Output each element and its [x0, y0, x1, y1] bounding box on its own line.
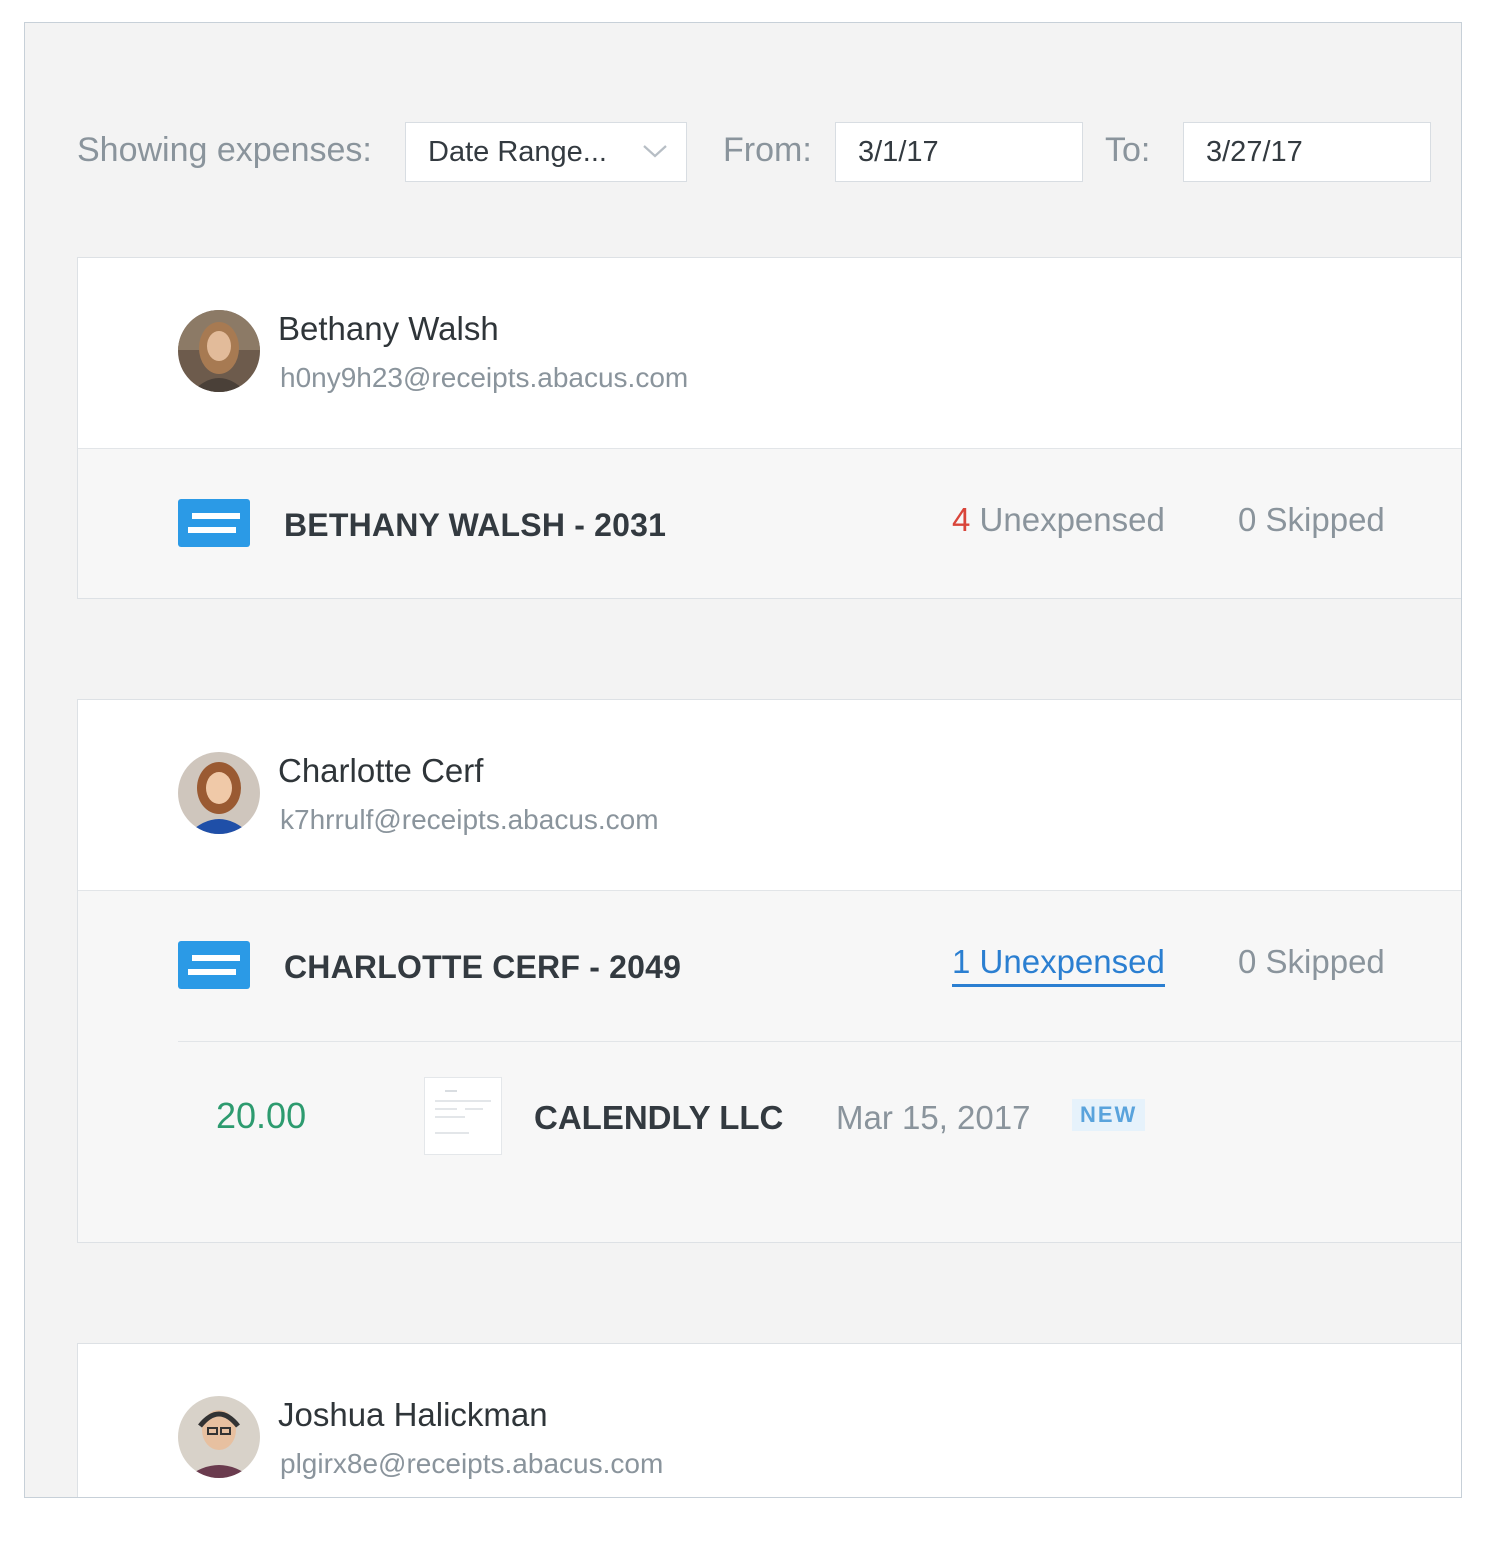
user-card-joshua-halickman: Joshua Halickman plgirx8e@receipts.abacu…: [77, 1343, 1461, 1497]
user-name: Bethany Walsh: [278, 310, 499, 347]
user-header: Charlotte Cerf k7hrrulf@receipts.abacus.…: [78, 700, 1461, 890]
unexpensed-link[interactable]: 1 Unexpensed: [952, 943, 1165, 987]
divider: [178, 1041, 1461, 1042]
from-date-input[interactable]: [835, 122, 1083, 182]
chevron-down-icon: [643, 145, 667, 158]
date-range-select[interactable]: Date Range...: [405, 122, 687, 182]
card-row[interactable]: BETHANY WALSH - 2031 4 Unexpensed 0 Skip…: [78, 448, 1461, 598]
to-label: To:: [1105, 131, 1151, 169]
user-card-charlotte-cerf: Charlotte Cerf k7hrrulf@receipts.abacus.…: [77, 699, 1461, 1243]
to-date-input[interactable]: [1183, 122, 1431, 182]
skipped-count[interactable]: 0 Skipped: [1238, 943, 1385, 981]
card-name: CHARLOTTE CERF - 2049: [284, 949, 682, 985]
card-name: BETHANY WALSH - 2031: [284, 507, 667, 543]
transaction-date: Mar 15, 2017: [836, 1099, 1031, 1136]
avatar: [178, 1396, 260, 1478]
skipped-count[interactable]: 0 Skipped: [1238, 501, 1385, 539]
user-header: Bethany Walsh h0ny9h23@receipts.abacus.c…: [78, 258, 1461, 448]
receipt-thumbnail[interactable]: [424, 1077, 502, 1155]
unexpensed-number: 4: [952, 501, 971, 538]
user-header: Joshua Halickman plgirx8e@receipts.abacu…: [78, 1344, 1461, 1497]
expenses-panel: Showing expenses: Date Range... From: To…: [24, 22, 1462, 1498]
link-underline: [952, 984, 1165, 987]
unexpensed-number: 1: [952, 943, 971, 980]
new-badge: NEW: [1072, 1099, 1146, 1131]
merchant-name: CALENDLY LLC: [534, 1099, 784, 1136]
date-range-value: Date Range...: [428, 135, 607, 168]
user-email: k7hrrulf@receipts.abacus.com: [280, 804, 659, 835]
user-email: plgirx8e@receipts.abacus.com: [280, 1448, 664, 1479]
card-row[interactable]: CHARLOTTE CERF - 2049 1 Unexpensed 0 Ski…: [78, 890, 1461, 1242]
unexpensed-count[interactable]: 4 Unexpensed: [952, 501, 1165, 539]
user-name: Joshua Halickman: [278, 1396, 548, 1433]
unexpensed-label: Unexpensed: [970, 501, 1165, 538]
user-card-bethany-walsh: Bethany Walsh h0ny9h23@receipts.abacus.c…: [77, 257, 1461, 599]
avatar: [178, 310, 260, 392]
user-name: Charlotte Cerf: [278, 752, 484, 789]
user-email: h0ny9h23@receipts.abacus.com: [280, 362, 689, 393]
showing-expenses-label: Showing expenses:: [77, 131, 372, 169]
from-label: From:: [723, 131, 812, 169]
unexpensed-label: Unexpensed: [970, 943, 1165, 980]
credit-card-icon: [178, 499, 250, 547]
avatar: [178, 752, 260, 834]
credit-card-icon: [178, 941, 250, 989]
transaction-amount: 20.00: [216, 1095, 307, 1136]
